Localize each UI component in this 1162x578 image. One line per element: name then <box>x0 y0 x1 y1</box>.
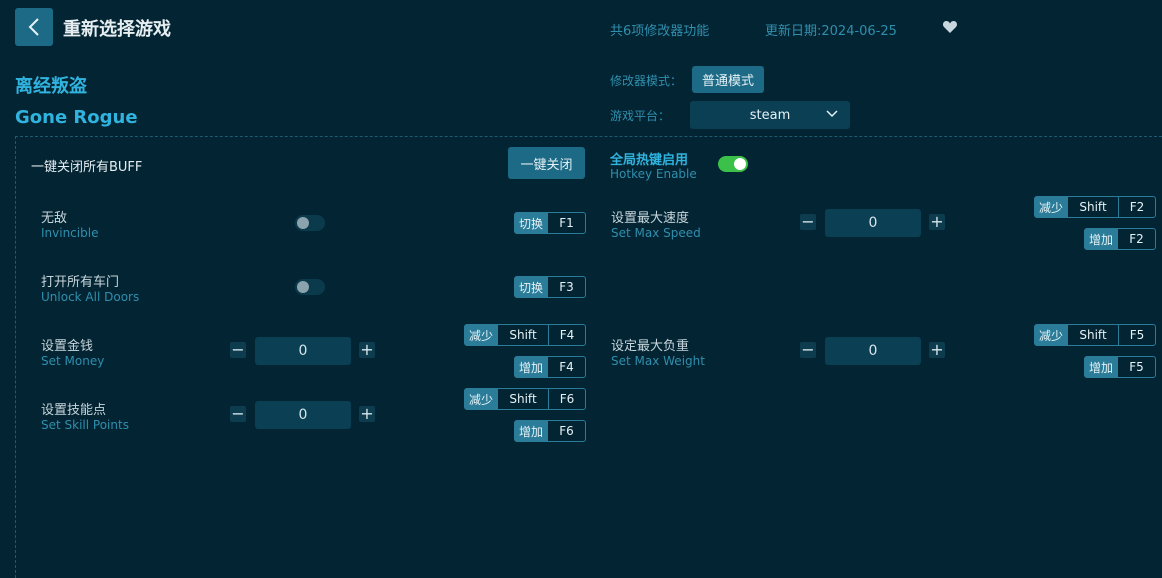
cheat-label-cn: 无敌 <box>41 211 68 226</box>
hotkey-label-cn: 全局热键启用 <box>610 153 689 168</box>
hotkey-toggle[interactable] <box>718 156 748 172</box>
key-name: F2 <box>1117 229 1155 249</box>
platform-select[interactable]: steam <box>690 101 850 129</box>
hotkey-increase-f4[interactable]: 增加 F4 <box>514 356 586 378</box>
key-name: F3 <box>547 277 585 297</box>
mode-label: 修改器模式： <box>610 74 683 88</box>
hotkey-decrease-f5[interactable]: 减少 Shift F5 <box>1034 324 1156 346</box>
cheat-label-en: Invincible <box>41 226 99 240</box>
mode-button[interactable]: 普通模式 <box>692 66 764 93</box>
key-mod: Shift <box>1067 325 1118 345</box>
max-weight-input[interactable]: 0 <box>825 337 921 365</box>
increase-button[interactable]: + <box>359 406 375 422</box>
platform-value: steam <box>749 107 791 123</box>
key-tag: 增加 <box>515 357 548 377</box>
heart-icon[interactable] <box>942 19 958 35</box>
increase-button[interactable]: + <box>929 214 945 230</box>
hotkey-increase-f6[interactable]: 增加 F6 <box>514 420 586 442</box>
key-name: F5 <box>1118 325 1155 345</box>
key-tag: 减少 <box>465 389 498 409</box>
hotkey-toggle-f3[interactable]: 切换 F3 <box>514 276 586 298</box>
key-tag: 减少 <box>1035 325 1068 345</box>
key-tag: 减少 <box>1035 197 1068 217</box>
close-all-button[interactable]: 一键关闭 <box>508 147 585 179</box>
cheat-label-en: Set Max Speed <box>611 226 701 240</box>
money-input[interactable]: 0 <box>255 337 351 365</box>
increase-button[interactable]: + <box>929 342 945 358</box>
key-name: F5 <box>1117 357 1155 377</box>
cheat-label-en: Set Money <box>41 354 105 368</box>
key-name: F4 <box>548 325 585 345</box>
key-tag: 增加 <box>1085 357 1118 377</box>
page-title: 重新选择游戏 <box>63 19 171 40</box>
hotkey-decrease-f2[interactable]: 减少 Shift F2 <box>1034 196 1156 218</box>
key-name: F6 <box>547 421 585 441</box>
hotkey-decrease-f6[interactable]: 减少 Shift F6 <box>464 388 586 410</box>
key-tag: 增加 <box>515 421 548 441</box>
decrease-button[interactable]: − <box>800 342 816 358</box>
key-name: F6 <box>548 389 585 409</box>
invincible-toggle[interactable] <box>295 215 325 231</box>
cheat-label-en: Set Max Weight <box>611 354 705 368</box>
chevron-down-icon <box>826 110 838 118</box>
game-title-cn: 离经叛盗 <box>15 76 87 97</box>
cheat-label-cn: 打开所有车门 <box>41 275 120 290</box>
cheat-panel <box>15 136 1162 578</box>
key-tag: 切换 <box>515 213 548 233</box>
key-mod: Shift <box>497 389 548 409</box>
decrease-button[interactable]: − <box>230 342 246 358</box>
cheat-label-cn: 设置技能点 <box>41 403 107 418</box>
skill-points-input[interactable]: 0 <box>255 401 351 429</box>
key-tag: 增加 <box>1085 229 1118 249</box>
update-date: 更新日期:2024-06-25 <box>765 24 897 39</box>
key-mod: Shift <box>1067 197 1118 217</box>
cheat-label-cn: 设置最大速度 <box>611 211 690 226</box>
back-button[interactable] <box>15 8 53 46</box>
key-tag: 切换 <box>515 277 548 297</box>
key-name: F1 <box>547 213 585 233</box>
decrease-button[interactable]: − <box>230 406 246 422</box>
cheat-label-en: Set Skill Points <box>41 418 129 432</box>
hotkey-label-en: Hotkey Enable <box>610 167 697 181</box>
decrease-button[interactable]: − <box>800 214 816 230</box>
cheat-label-cn: 设置金钱 <box>41 339 94 354</box>
close-all-label: 一键关闭所有BUFF <box>31 160 143 175</box>
key-name: F4 <box>547 357 585 377</box>
platform-label: 游戏平台： <box>610 109 671 123</box>
max-speed-input[interactable]: 0 <box>825 209 921 237</box>
cheat-label-cn: 设定最大负重 <box>611 339 690 354</box>
key-name: F2 <box>1118 197 1155 217</box>
feature-count: 共6项修改器功能 <box>610 24 710 39</box>
increase-button[interactable]: + <box>359 342 375 358</box>
game-title-en: Gone Rogue <box>15 107 138 128</box>
hotkey-increase-f2[interactable]: 增加 F2 <box>1084 228 1156 250</box>
key-tag: 减少 <box>465 325 498 345</box>
hotkey-toggle-f1[interactable]: 切换 F1 <box>514 212 586 234</box>
hotkey-increase-f5[interactable]: 增加 F5 <box>1084 356 1156 378</box>
unlock-doors-toggle[interactable] <box>295 279 325 295</box>
hotkey-decrease-f4[interactable]: 减少 Shift F4 <box>464 324 586 346</box>
key-mod: Shift <box>497 325 548 345</box>
cheat-label-en: Unlock All Doors <box>41 290 140 304</box>
chevron-left-icon <box>28 18 39 36</box>
